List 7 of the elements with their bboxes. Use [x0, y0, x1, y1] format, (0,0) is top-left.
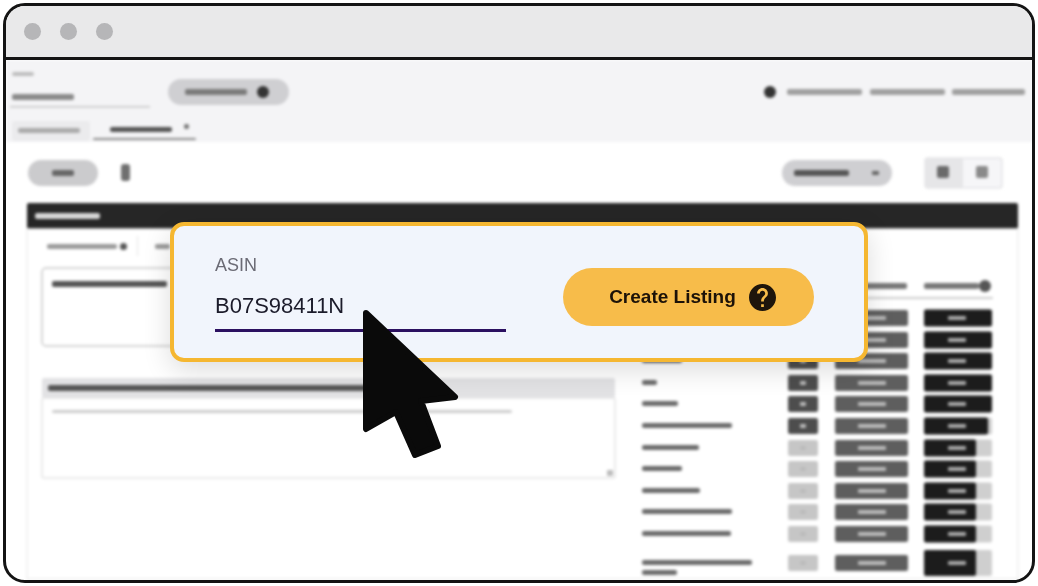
window-control-icon[interactable]	[24, 23, 41, 40]
mouse-pointer-icon	[362, 308, 460, 459]
window-control-icon[interactable]	[60, 23, 77, 40]
field-label: ASIN	[215, 254, 258, 276]
create-listing-button[interactable]: Create Listing	[563, 268, 814, 326]
window-control-icon[interactable]	[96, 23, 113, 40]
help-icon[interactable]	[748, 283, 776, 311]
